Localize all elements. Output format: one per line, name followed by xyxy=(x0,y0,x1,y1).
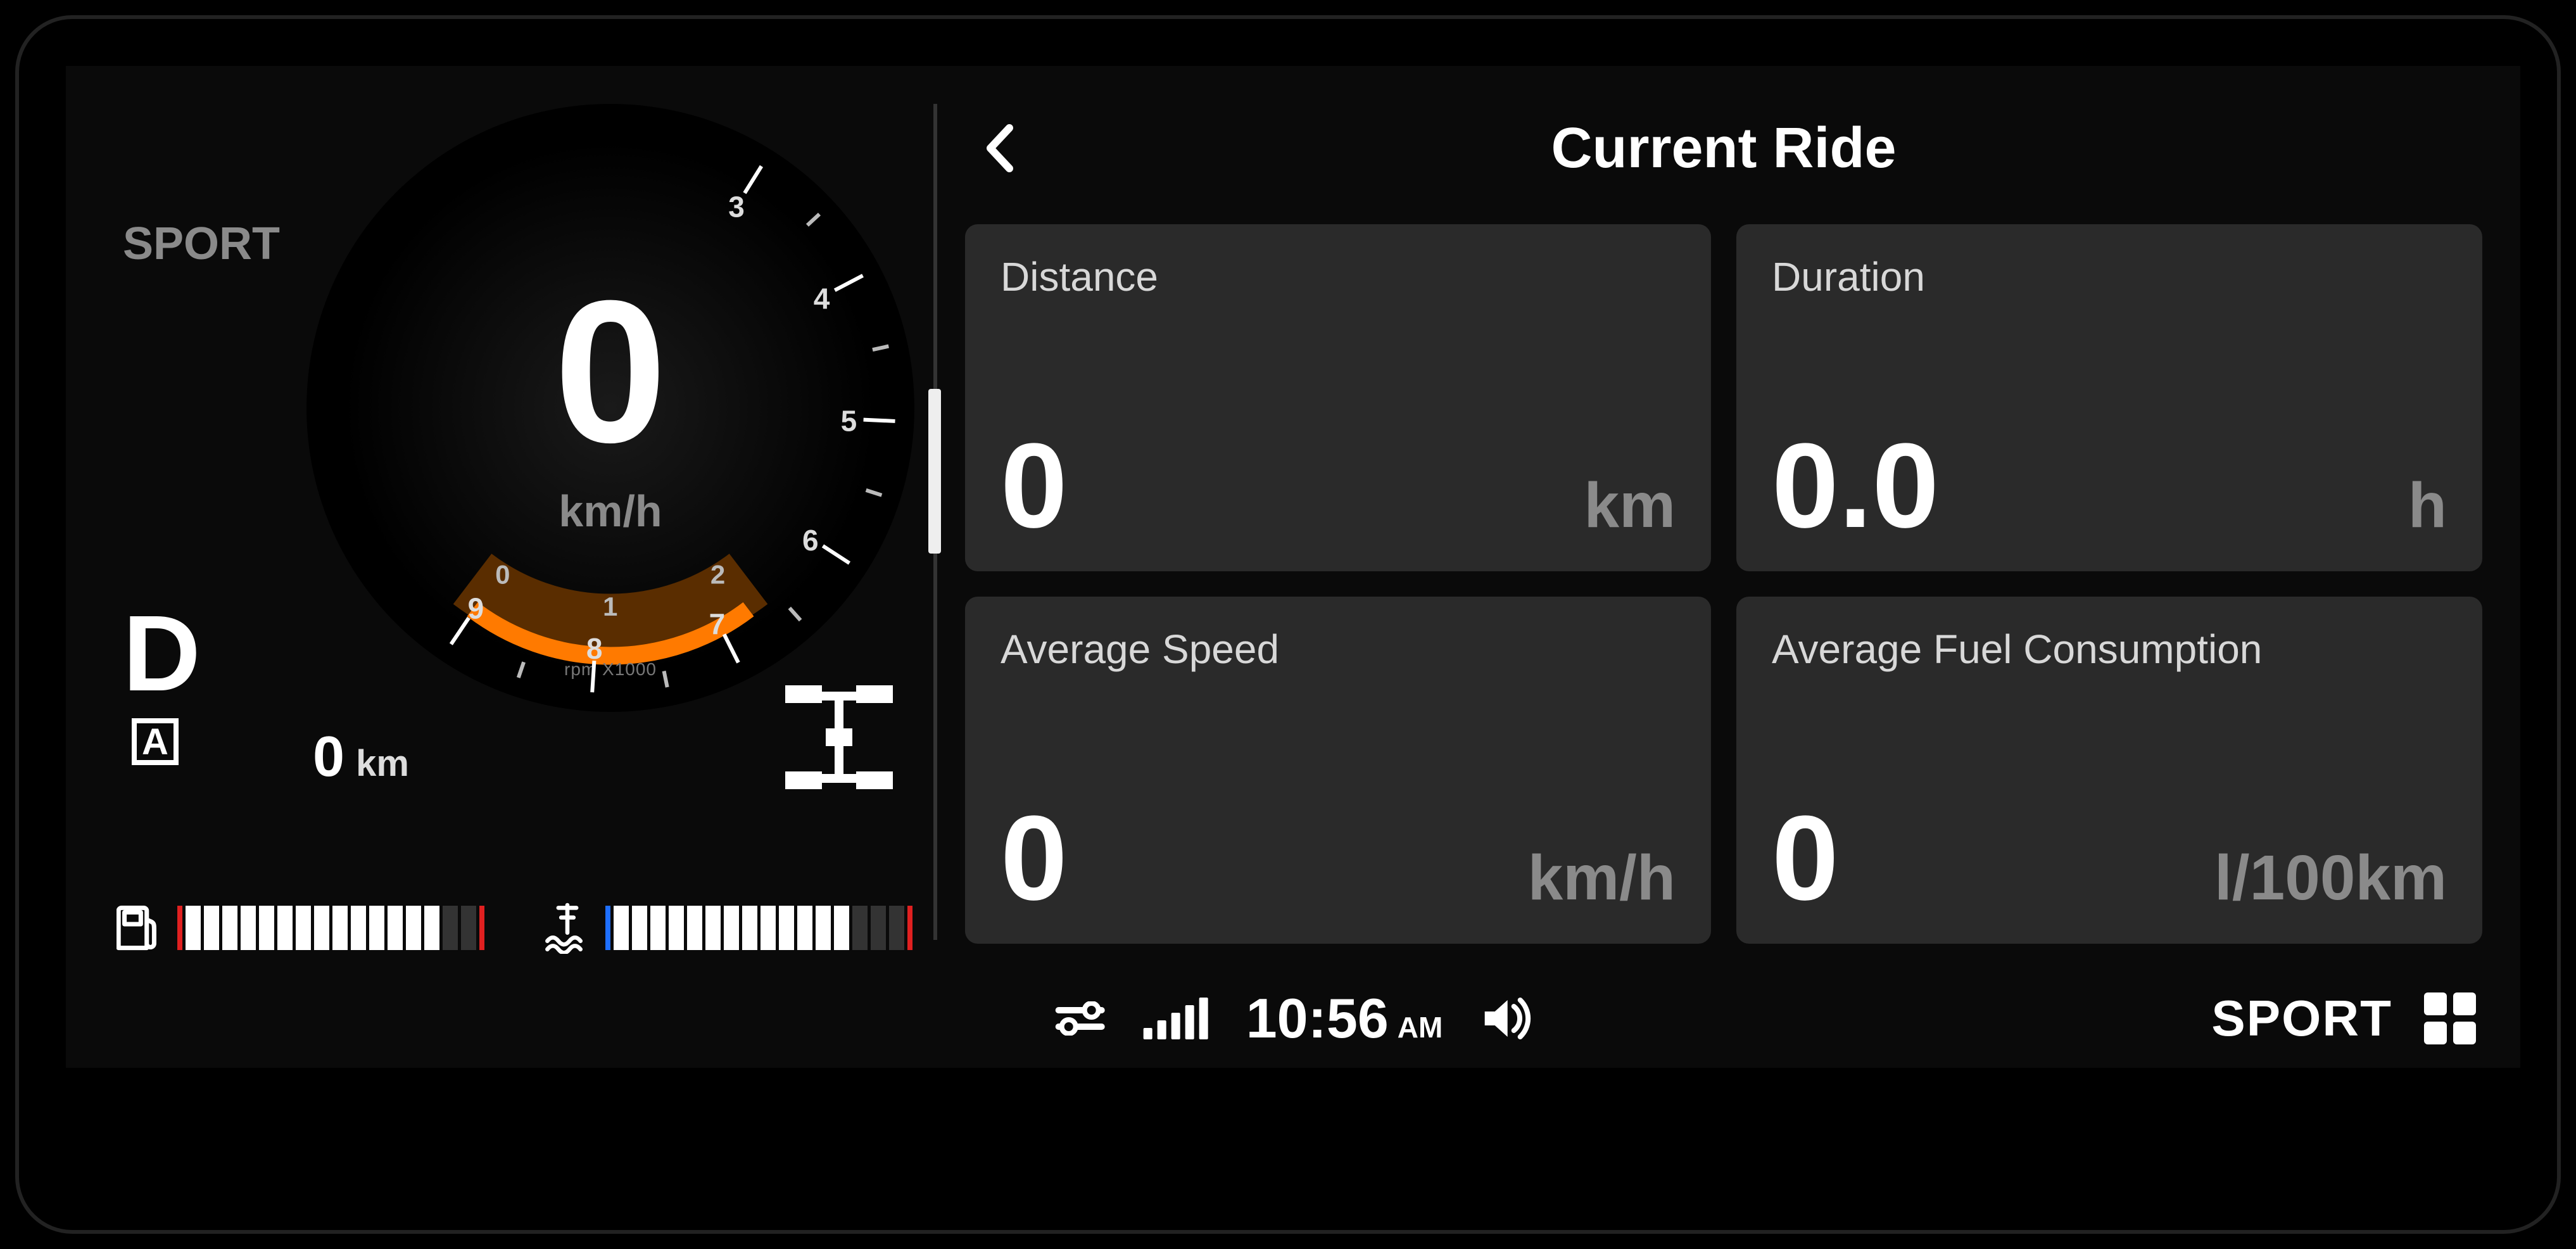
main-area: SPORT 0 km/h rpm X1000 3456789012 D A 0 xyxy=(66,66,2520,969)
stat-card[interactable]: Duration 0.0 h xyxy=(1736,224,2482,571)
page-title: Current Ride xyxy=(965,116,2482,181)
content-panel: Current Ride Distance 0 km Duration 0.0 h Aver… xyxy=(908,66,2520,969)
tach-number: 8 xyxy=(586,631,603,666)
device-frame: SPORT 0 km/h rpm X1000 3456789012 D A 0 xyxy=(15,15,2561,1234)
stat-card[interactable]: Distance 0 km xyxy=(965,224,1711,571)
stat-card-value: 0 xyxy=(1772,798,1839,918)
fuel-gauge-bar xyxy=(177,906,488,950)
tach-number: 4 xyxy=(814,281,830,315)
auto-mode-badge: A xyxy=(132,718,179,765)
tach-number: 5 xyxy=(841,404,857,438)
apps-grid-icon[interactable] xyxy=(2424,992,2476,1044)
status-mode-label: SPORT xyxy=(2211,989,2392,1048)
tach-number: 7 xyxy=(709,607,726,641)
scroll-thumb[interactable] xyxy=(928,389,941,554)
stat-card-label: Average Speed xyxy=(1001,626,1676,673)
clock: 10:56 AM xyxy=(1246,986,1443,1051)
tach-arc-number: 0 xyxy=(495,560,510,590)
tach-arc-number: 2 xyxy=(710,560,725,590)
ride-mode-label: SPORT xyxy=(123,218,280,270)
stat-card-unit: l/100km xyxy=(2214,842,2447,915)
stat-card-label: Duration xyxy=(1772,253,2447,300)
bar-gauges-row xyxy=(117,902,916,954)
chevron-left-icon xyxy=(981,123,1019,174)
stat-card-unit: h xyxy=(2408,469,2447,542)
stat-card[interactable]: Average Fuel Consumption 0 l/100km xyxy=(1736,597,2482,944)
odometer-unit: km xyxy=(356,742,409,785)
signal-strength-icon xyxy=(1144,998,1208,1039)
stat-card-label: Distance xyxy=(1001,253,1676,300)
stat-card-value: 0 xyxy=(1001,798,1068,918)
tach-number: 3 xyxy=(728,189,745,224)
gear-indicator: D xyxy=(123,592,201,716)
status-bar: 10:56 AM SPORT xyxy=(66,969,2520,1068)
status-right: SPORT xyxy=(2211,989,2476,1048)
clock-ampm: AM xyxy=(1398,1010,1443,1044)
rpm-scale-label: rpm X1000 xyxy=(564,659,657,680)
temp-gauge-bar xyxy=(605,906,916,950)
odometer-value: 0 xyxy=(313,725,344,790)
stat-card-value: 0 xyxy=(1001,426,1068,546)
volume-icon[interactable] xyxy=(1481,996,1531,1041)
fuel-gauge xyxy=(117,902,488,954)
status-center: 10:56 AM xyxy=(1055,986,1532,1051)
drivetrain-icon xyxy=(785,685,893,789)
stat-card-unit: km/h xyxy=(1528,842,1676,915)
page-header: Current Ride xyxy=(965,91,2482,205)
back-button[interactable] xyxy=(965,113,1035,183)
temp-gauge xyxy=(545,902,916,954)
odometer: 0 km xyxy=(313,725,409,790)
tach-number: 9 xyxy=(468,591,484,625)
tach-number: 6 xyxy=(802,523,819,557)
tach-arc-number: 1 xyxy=(603,592,617,622)
clock-time: 10:56 xyxy=(1246,986,1389,1051)
screen: SPORT 0 km/h rpm X1000 3456789012 D A 0 xyxy=(66,66,2520,1068)
tachometer: 0 km/h rpm X1000 3456789012 xyxy=(306,104,914,712)
fuel-icon xyxy=(117,902,162,954)
stat-card-unit: km xyxy=(1584,469,1676,542)
settings-sliders-icon[interactable] xyxy=(1055,1001,1106,1036)
speed-value: 0 xyxy=(554,270,667,472)
stat-card[interactable]: Average Speed 0 km/h xyxy=(965,597,1711,944)
stat-card-value: 0.0 xyxy=(1772,426,1939,546)
stat-card-label: Average Fuel Consumption xyxy=(1772,626,2447,673)
gauge-panel: SPORT 0 km/h rpm X1000 3456789012 D A 0 xyxy=(66,66,908,969)
speed-unit: km/h xyxy=(559,486,662,536)
stats-grid: Distance 0 km Duration 0.0 h Average Speed 0 km/… xyxy=(965,224,2482,944)
coolant-temp-icon xyxy=(545,902,590,954)
